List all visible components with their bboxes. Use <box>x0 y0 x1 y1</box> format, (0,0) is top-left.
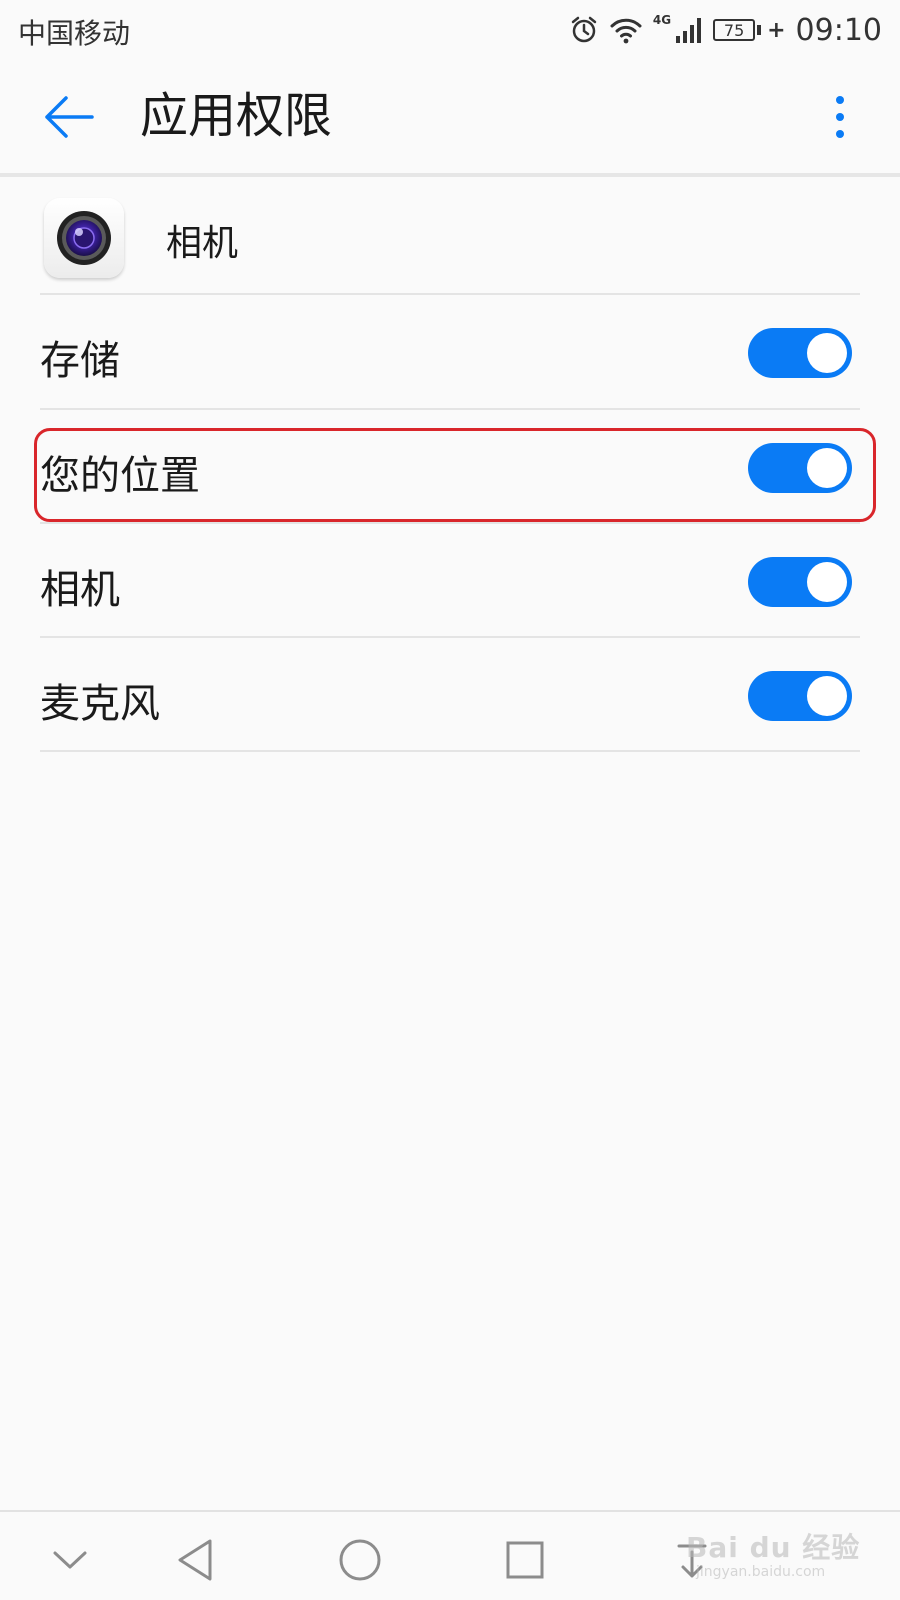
signal-icon <box>676 18 702 43</box>
permission-row-storage: 存储 <box>40 296 860 410</box>
divider <box>40 636 860 638</box>
pull-down-icon <box>677 1544 707 1578</box>
nav-recents-button[interactable] <box>495 1530 555 1590</box>
app-bar-divider <box>0 173 900 177</box>
arrow-left-icon <box>45 96 94 138</box>
permission-row-camera: 相机 <box>40 525 860 639</box>
permission-label: 您的位置 <box>40 453 200 499</box>
permission-label: 存储 <box>40 338 120 384</box>
battery-icon: 75 <box>713 19 756 41</box>
carrier-name: 中国移动 <box>18 17 131 50</box>
status-bar: 中国移动 4G 75 + 09:10 <box>0 0 900 62</box>
permission-row-location: 您的位置 <box>40 411 860 525</box>
storage-toggle[interactable] <box>748 328 852 378</box>
navigation-bar <box>0 1510 900 1600</box>
permission-row-microphone: 麦克风 <box>40 639 860 753</box>
more-vertical-icon-dot <box>836 130 844 138</box>
divider <box>40 750 860 752</box>
permission-label: 麦克风 <box>40 681 160 727</box>
divider <box>40 408 860 410</box>
screen: 中国移动 4G 75 + 09:10 应用权限 相机 存储 您的位置 相机 麦克… <box>0 0 900 1600</box>
camera-app-icon <box>44 198 124 278</box>
camera-toggle[interactable] <box>748 557 852 607</box>
nav-notification-button[interactable] <box>662 1530 722 1590</box>
chevron-down-icon <box>53 1551 87 1569</box>
more-vertical-icon-dot <box>836 113 844 121</box>
divider <box>40 293 860 295</box>
app-header: 相机 <box>40 196 860 296</box>
toggle-knob <box>807 676 847 716</box>
square-recents-icon <box>506 1541 544 1579</box>
wifi-icon <box>610 18 642 44</box>
page-title: 应用权限 <box>140 88 333 144</box>
app-name: 相机 <box>166 223 239 264</box>
status-time: 09:10 <box>795 12 882 48</box>
status-icons: 4G 75 + 09:10 <box>569 10 882 50</box>
network-type: 4G <box>652 13 672 27</box>
app-bar: 应用权限 <box>0 62 900 172</box>
back-button[interactable] <box>38 87 98 147</box>
alarm-icon <box>571 16 597 43</box>
nav-back-button[interactable] <box>165 1530 225 1590</box>
nav-home-button[interactable] <box>330 1530 390 1590</box>
charging-icon: + <box>767 17 786 43</box>
toggle-knob <box>807 562 847 602</box>
toggle-knob <box>807 333 847 373</box>
battery-tip <box>757 25 762 35</box>
permission-label: 相机 <box>40 567 120 613</box>
toggle-knob <box>807 448 847 488</box>
circle-home-icon <box>339 1539 381 1581</box>
triangle-back-icon <box>178 1539 212 1581</box>
more-vertical-icon <box>836 96 844 104</box>
battery-level: 75 <box>723 20 745 40</box>
more-options-button[interactable] <box>820 87 860 147</box>
location-toggle[interactable] <box>748 443 852 493</box>
divider <box>40 522 860 524</box>
microphone-toggle[interactable] <box>748 671 852 721</box>
camera-lens-icon <box>57 211 111 265</box>
nav-hide-button[interactable] <box>40 1530 100 1590</box>
